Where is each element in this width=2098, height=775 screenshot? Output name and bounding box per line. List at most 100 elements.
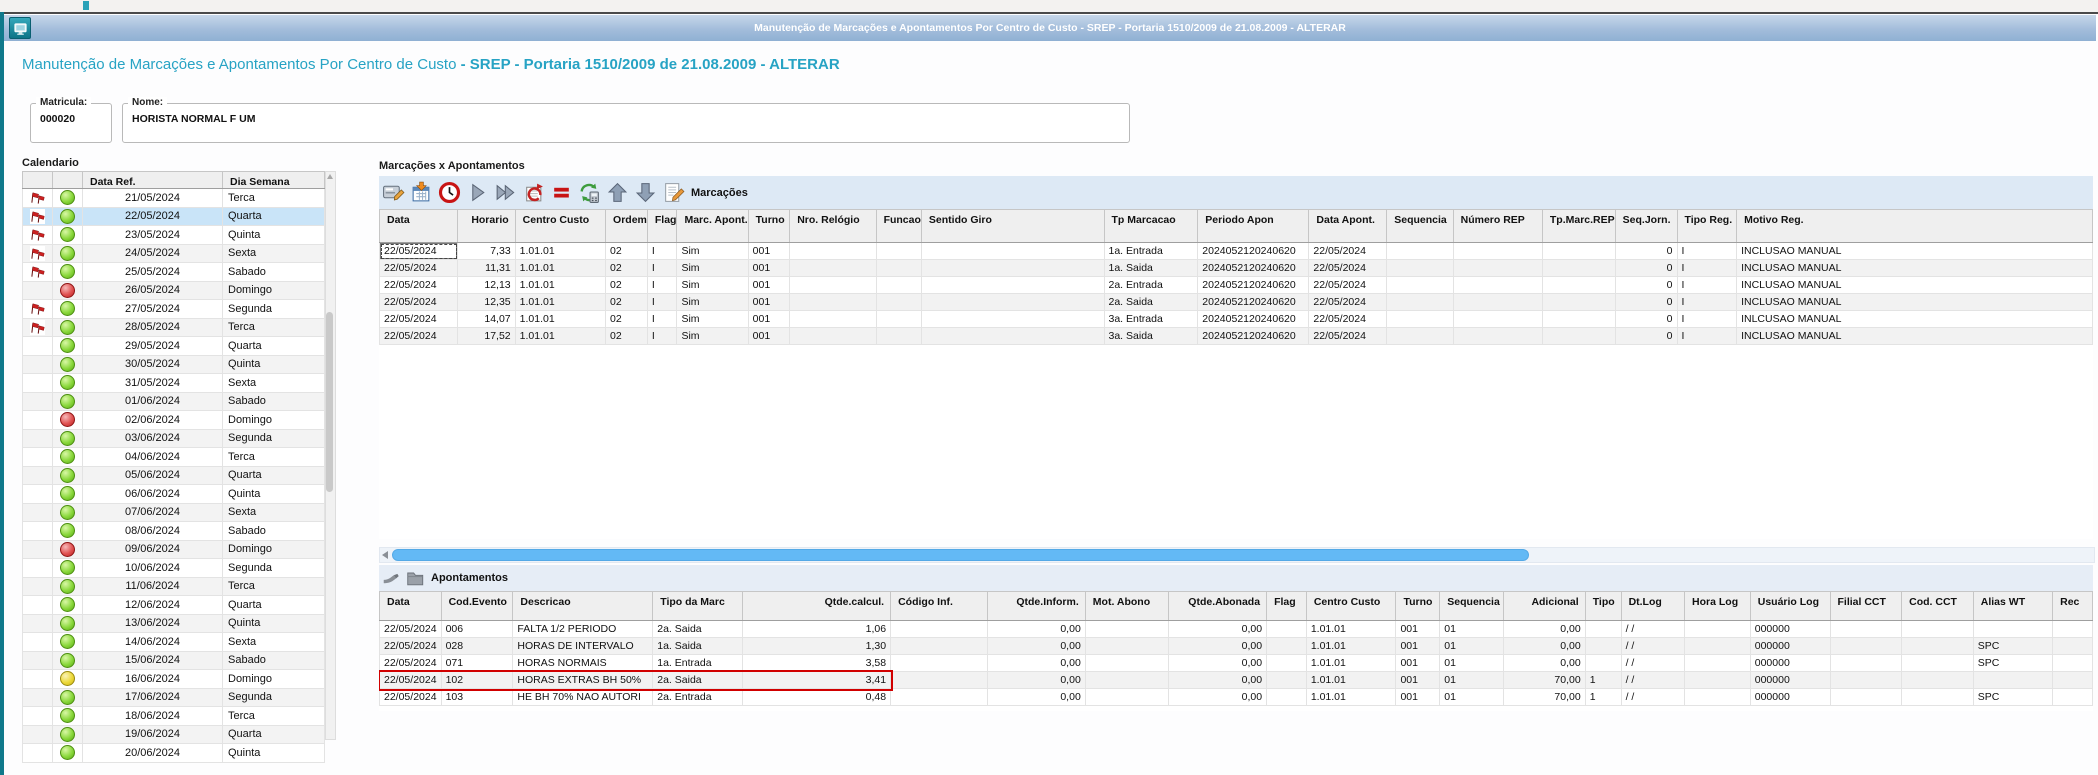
calendar-date[interactable]: 02/06/2024 bbox=[82, 410, 223, 430]
calendar-day[interactable]: Domingo bbox=[222, 280, 325, 300]
calendar-row[interactable]: 08/06/2024 Sabado bbox=[22, 521, 325, 541]
calendar-date[interactable]: 28/05/2024 bbox=[82, 317, 223, 337]
calendar-row[interactable]: 22/05/2024 Quarta bbox=[22, 206, 325, 226]
calendar-scrollbar-thumb[interactable] bbox=[326, 312, 333, 492]
calendar-day[interactable]: Terca bbox=[222, 188, 325, 208]
table-row[interactable]: 22/05/2024 12,35 1.01.01 02 I Sim 001 2a. Saida… bbox=[379, 293, 2093, 311]
edit-card-icon[interactable] bbox=[380, 180, 406, 206]
table-row[interactable]: 22/05/2024 103 HE BH 70% NAO AUTORI 2a. Ent… bbox=[379, 688, 2093, 706]
calendar-day[interactable]: Quarta bbox=[222, 336, 325, 356]
calendar-row[interactable]: 15/06/2024 Sabado bbox=[22, 650, 325, 670]
calendar-row[interactable]: 10/06/2024 Segunda bbox=[22, 558, 325, 578]
calendar-row[interactable]: 30/05/2024 Quinta bbox=[22, 354, 325, 374]
table-row[interactable]: 22/05/2024 11,31 1.01.01 02 I Sim 001 1a. Saida… bbox=[379, 259, 2093, 277]
calendar-date[interactable]: 04/06/2024 bbox=[82, 447, 223, 467]
calendar-day[interactable]: Quarta bbox=[222, 595, 325, 615]
table-row[interactable]: 22/05/2024 17,52 1.01.01 02 I Sim 001 3a. Saida… bbox=[379, 327, 2093, 345]
undo-document-icon[interactable] bbox=[520, 180, 546, 206]
calendar-row[interactable]: 21/05/2024 Terca bbox=[22, 188, 325, 208]
calendar-date[interactable]: 18/06/2024 bbox=[82, 706, 223, 726]
calendar-date[interactable]: 14/06/2024 bbox=[82, 632, 223, 652]
calendar-row[interactable]: 14/06/2024 Sexta bbox=[22, 632, 325, 652]
calendar-date[interactable]: 31/05/2024 bbox=[82, 373, 223, 393]
calendar-row[interactable]: 24/05/2024 Sexta bbox=[22, 243, 325, 263]
calendar-row[interactable]: 06/06/2024 Quinta bbox=[22, 484, 325, 504]
calendar-day[interactable]: Sabado bbox=[222, 521, 325, 541]
calendar-row[interactable]: 04/06/2024 Terca bbox=[22, 447, 325, 467]
calendar-row[interactable]: 13/06/2024 Quinta bbox=[22, 613, 325, 633]
table-row[interactable]: 22/05/2024 028 HORAS DE INTERVALO 1a. Saida… bbox=[379, 637, 2093, 655]
calendar-day[interactable]: Quinta bbox=[222, 613, 325, 633]
calendar-date[interactable]: 30/05/2024 bbox=[82, 354, 223, 374]
horizontal-scrollbar[interactable] bbox=[379, 547, 2095, 563]
calendar-date[interactable]: 29/05/2024 bbox=[82, 336, 223, 356]
calendar-row[interactable]: 12/06/2024 Quarta bbox=[22, 595, 325, 615]
calendar-date[interactable]: 09/06/2024 bbox=[82, 539, 223, 559]
calendar-date[interactable]: 11/06/2024 bbox=[82, 576, 223, 596]
table-row[interactable]: 22/05/2024 14,07 1.01.01 02 I Sim 001 3a. Entra… bbox=[379, 310, 2093, 328]
calendar-date[interactable]: 17/06/2024 bbox=[82, 687, 223, 707]
calendar-date[interactable]: 26/05/2024 bbox=[82, 280, 223, 300]
calendar-date[interactable]: 03/06/2024 bbox=[82, 428, 223, 448]
arrow-up-icon[interactable] bbox=[604, 180, 630, 206]
calendar-day[interactable]: Sabado bbox=[222, 391, 325, 411]
calendar-day[interactable]: Domingo bbox=[222, 410, 325, 430]
calendar-day[interactable]: Segunda bbox=[222, 299, 325, 319]
pointer-hand-icon[interactable] bbox=[380, 567, 402, 589]
calendar-day[interactable]: Quinta bbox=[222, 743, 325, 763]
calendar-day[interactable]: Sexta bbox=[222, 243, 325, 263]
calendar-date[interactable]: 08/06/2024 bbox=[82, 521, 223, 541]
calendar-day[interactable]: Quinta bbox=[222, 354, 325, 374]
fast-forward-icon[interactable] bbox=[492, 180, 518, 206]
play-icon[interactable] bbox=[464, 180, 490, 206]
calendar-row[interactable]: 28/05/2024 Terca bbox=[22, 317, 325, 337]
calendar-row[interactable]: 25/05/2024 Sabado bbox=[22, 262, 325, 282]
scroll-left-arrow-icon[interactable] bbox=[382, 551, 388, 559]
calendar-date[interactable]: 15/06/2024 bbox=[82, 650, 223, 670]
calendar-row[interactable]: 05/06/2024 Quarta bbox=[22, 465, 325, 485]
calendar-date[interactable]: 10/06/2024 bbox=[82, 558, 223, 578]
calendar-date[interactable]: 27/05/2024 bbox=[82, 299, 223, 319]
calendar-date[interactable]: 19/06/2024 bbox=[82, 724, 223, 744]
calendar-row[interactable]: 16/06/2024 Domingo bbox=[22, 669, 325, 689]
calendar-scrollbar[interactable] bbox=[325, 171, 336, 740]
calendar-insert-icon[interactable] bbox=[408, 180, 434, 206]
horizontal-scrollbar-thumb[interactable] bbox=[392, 549, 1529, 561]
calendar-day[interactable]: Domingo bbox=[222, 669, 325, 689]
calendar-day[interactable]: Sexta bbox=[222, 502, 325, 522]
calendar-day[interactable]: Quarta bbox=[222, 724, 325, 744]
calendar-date[interactable]: 16/06/2024 bbox=[82, 669, 223, 689]
calendar-day[interactable]: Sexta bbox=[222, 373, 325, 393]
calendar-date[interactable]: 21/05/2024 bbox=[82, 188, 223, 208]
calendar-row[interactable]: 02/06/2024 Domingo bbox=[22, 410, 325, 430]
calendar-day[interactable]: Quinta bbox=[222, 484, 325, 504]
calendar-day[interactable]: Terca bbox=[222, 447, 325, 467]
calendar-day[interactable]: Sabado bbox=[222, 650, 325, 670]
calendar-row[interactable]: 17/06/2024 Segunda bbox=[22, 687, 325, 707]
calendar-row[interactable]: 01/06/2024 Sabado bbox=[22, 391, 325, 411]
calendar-row[interactable]: 29/05/2024 Quarta bbox=[22, 336, 325, 356]
calendar-date[interactable]: 20/06/2024 bbox=[82, 743, 223, 763]
calendar-date[interactable]: 24/05/2024 bbox=[82, 243, 223, 263]
calendar-date[interactable]: 05/06/2024 bbox=[82, 465, 223, 485]
calendar-day[interactable]: Quarta bbox=[222, 206, 325, 226]
calendar-day[interactable]: Quarta bbox=[222, 465, 325, 485]
calendar-day[interactable]: Segunda bbox=[222, 687, 325, 707]
calendar-row[interactable]: 27/05/2024 Segunda bbox=[22, 299, 325, 319]
arrow-down-icon[interactable] bbox=[632, 180, 658, 206]
table-row[interactable]: 22/05/2024 102 HORAS EXTRAS BH 50% 2a. Said… bbox=[379, 671, 2093, 689]
calendar-day[interactable]: Segunda bbox=[222, 428, 325, 448]
calendar-date[interactable]: 07/06/2024 bbox=[82, 502, 223, 522]
window-titlebar[interactable]: Manutenção de Marcações e Apontamentos P… bbox=[4, 15, 2096, 41]
calendar-row[interactable]: 03/06/2024 Segunda bbox=[22, 428, 325, 448]
clock-icon[interactable] bbox=[436, 180, 462, 206]
table-row[interactable]: 22/05/2024 7,33 1.01.01 02 I Sim 001 1a. Entrad… bbox=[379, 242, 2093, 260]
calendar-date[interactable]: 25/05/2024 bbox=[82, 262, 223, 282]
calendar-row[interactable]: 18/06/2024 Terca bbox=[22, 706, 325, 726]
calendar-date[interactable]: 23/05/2024 bbox=[82, 225, 223, 245]
calendar-row[interactable]: 31/05/2024 Sexta bbox=[22, 373, 325, 393]
calendar-day[interactable]: Sabado bbox=[222, 262, 325, 282]
calendar-row[interactable]: 09/06/2024 Domingo bbox=[22, 539, 325, 559]
calendar-row[interactable]: 26/05/2024 Domingo bbox=[22, 280, 325, 300]
calendar-day[interactable]: Sexta bbox=[222, 632, 325, 652]
